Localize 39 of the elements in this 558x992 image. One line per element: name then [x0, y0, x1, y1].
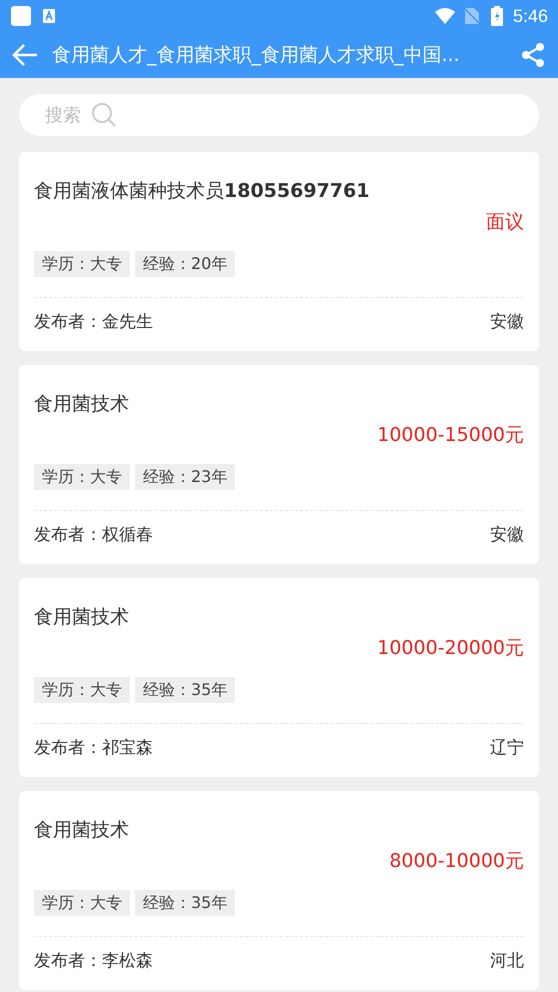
publisher: 发布者：金先生	[34, 310, 153, 332]
job-card[interactable]: 食用菌技术 10000-20000元 学历：大专 经验：35年 发布者：祁宝森 辽宁	[19, 578, 539, 777]
job-card[interactable]: 食用菌技术 10000-15000元 学历：大专 经验：23年 发布者：权循春 安徽	[19, 365, 539, 564]
info-tag: 经验：35年	[135, 677, 236, 703]
page-title: 食用菌人才_食用菌求职_食用菌人才求职_中国...	[52, 43, 461, 68]
clock-time: 5:46	[512, 6, 548, 26]
info-tag: 学历：大专	[34, 464, 130, 490]
app-icon	[11, 6, 31, 26]
job-title: 食用菌技术	[34, 605, 130, 630]
share-button[interactable]	[520, 42, 546, 68]
salary: 10000-15000元	[376, 423, 524, 448]
info-tag: 学历：大专	[34, 677, 130, 703]
salary: 面议	[485, 210, 524, 235]
region: 辽宁	[490, 736, 524, 758]
wifi-icon	[434, 8, 455, 24]
job-title: 食用菌技术	[34, 818, 130, 843]
region: 河北	[490, 950, 524, 972]
job-title: 食用菌液体菌种技术员18055697761	[34, 179, 370, 204]
job-card[interactable]: 食用菌技术 8000-10000元 学历：大专 经验：35年 发布者：李松森 河北	[19, 791, 539, 990]
back-button[interactable]	[11, 43, 39, 67]
battery-icon	[490, 6, 503, 26]
info-tag: 学历：大专	[34, 890, 130, 916]
publisher: 发布者：祁宝森	[34, 736, 153, 758]
salary: 8000-10000元	[388, 849, 524, 874]
info-tag: 经验：23年	[135, 464, 236, 490]
region: 安徽	[490, 524, 524, 546]
region: 安徽	[490, 310, 524, 332]
job-title: 食用菌技术	[34, 392, 130, 417]
no-sim-icon	[464, 8, 479, 24]
job-card[interactable]: 食用菌液体菌种技术员18055697761 面议 学历：大专 经验：20年 发布者：金先生 安徽	[19, 152, 539, 351]
search-icon	[91, 102, 117, 128]
search-field[interactable]: 搜索	[19, 94, 539, 136]
app-icon	[43, 9, 55, 23]
info-tag: 经验：20年	[135, 251, 236, 277]
info-tag: 学历：大专	[34, 251, 130, 277]
info-tag: 经验：35年	[135, 890, 236, 916]
publisher: 发布者：权循春	[34, 524, 153, 546]
salary: 10000-20000元	[376, 636, 524, 661]
publisher: 发布者：李松森	[34, 950, 153, 972]
